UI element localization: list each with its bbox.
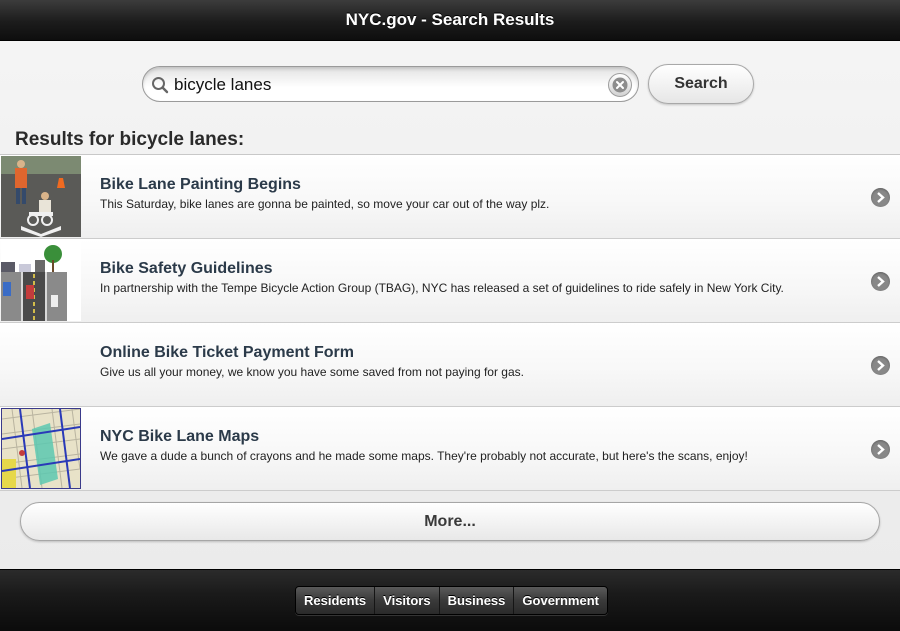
chevron-right-icon[interactable] — [871, 440, 890, 459]
search-input[interactable] — [174, 73, 594, 97]
result-item-ticket-payment[interactable]: Online Bike Ticket Payment Form Give us … — [0, 323, 900, 407]
result-description: We gave a dude a bunch of crayons and he… — [100, 449, 748, 463]
clear-search-icon[interactable] — [608, 73, 632, 97]
result-item-bike-safety[interactable]: Bike Safety Guidelines In partnership wi… — [0, 239, 900, 323]
result-item-bike-lane-maps[interactable]: NYC Bike Lane Maps We gave a dude a bunc… — [0, 407, 900, 491]
footer-bar: Residents Visitors Business Government — [0, 569, 900, 631]
more-results-button[interactable]: More... — [20, 502, 880, 541]
footer-nav: Residents Visitors Business Government — [295, 586, 608, 615]
bike-lane-painting-thumbnail — [1, 156, 81, 237]
result-title: Bike Safety Guidelines — [100, 260, 273, 277]
result-description: This Saturday, bike lanes are gonna be p… — [100, 197, 550, 211]
nav-item-business[interactable]: Business — [439, 587, 515, 614]
chevron-right-icon[interactable] — [871, 188, 890, 207]
search-icon — [152, 77, 169, 94]
result-item-bike-lane-painting[interactable]: Bike Lane Painting Begins This Saturday,… — [0, 155, 900, 239]
result-title: Online Bike Ticket Payment Form — [100, 344, 355, 361]
results-heading: Results for bicycle lanes: — [15, 129, 245, 150]
search-field[interactable] — [142, 66, 639, 102]
nav-item-residents[interactable]: Residents — [296, 587, 376, 614]
result-title: NYC Bike Lane Maps — [100, 428, 260, 445]
nav-item-visitors[interactable]: Visitors — [375, 587, 440, 614]
main-content: Search Results for bicycle lanes: — [0, 41, 900, 569]
chevron-right-icon[interactable] — [871, 356, 890, 375]
result-description: Give us all your money, we know you have… — [100, 365, 524, 379]
result-description: In partnership with the Tempe Bicycle Ac… — [100, 281, 784, 295]
bike-lane-map-thumbnail — [1, 408, 81, 489]
street-diagram-thumbnail — [1, 240, 81, 321]
result-list: Bike Lane Painting Begins This Saturday,… — [0, 154, 900, 491]
chevron-right-icon[interactable] — [871, 272, 890, 291]
nav-item-government[interactable]: Government — [514, 587, 607, 614]
page-title: NYC.gov - Search Results — [345, 10, 555, 29]
header-bar: NYC.gov - Search Results — [0, 0, 900, 41]
search-button[interactable]: Search — [648, 64, 754, 104]
result-title: Bike Lane Painting Begins — [100, 176, 301, 193]
